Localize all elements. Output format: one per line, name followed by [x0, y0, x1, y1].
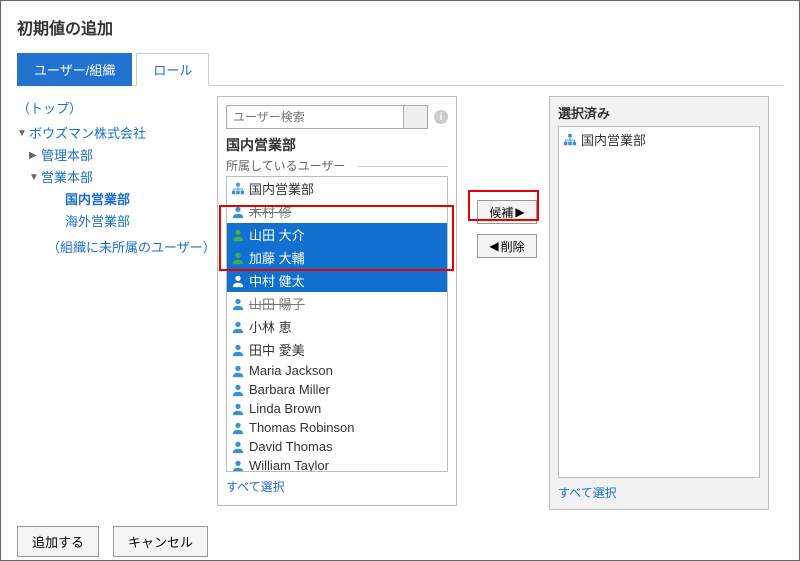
selected-list: 国内営業部 — [558, 126, 760, 478]
candidate-label: 候補 — [489, 204, 513, 221]
triangle-down-icon[interactable]: ▼ — [29, 167, 39, 189]
list-item-user[interactable]: William Taylor — [227, 456, 447, 472]
chevron-right-icon: ▶ — [515, 205, 524, 219]
list-item-label: 木村 修 — [249, 202, 292, 221]
list-item-user[interactable]: 山田 大介 — [227, 223, 447, 246]
triangle-right-icon[interactable]: ▶ — [29, 145, 39, 167]
transfer-buttons: 候補 ▶ ◀ 削除 — [469, 96, 545, 258]
user-icon — [231, 274, 245, 288]
selected-title: 選択済み — [558, 103, 760, 122]
search-box — [226, 105, 428, 129]
tabs: ユーザー/組織 ロール — [17, 53, 783, 86]
remove-label: 削除 — [501, 238, 525, 255]
remove-button[interactable]: ◀ 削除 — [477, 234, 537, 258]
user-icon — [231, 459, 245, 473]
candidates-panel: i 国内営業部 所属しているユーザー 国内営業部木村 修山田 大介加藤 大輔中村… — [217, 96, 457, 506]
user-icon — [231, 228, 245, 242]
user-list: 国内営業部木村 修山田 大介加藤 大輔中村 健太山田 陽子小林 恵田中 愛美 Ma… — [226, 176, 448, 472]
list-item-user[interactable]: 田中 愛美 — [227, 338, 447, 361]
tab-role[interactable]: ロール — [136, 53, 209, 86]
selected-item-org[interactable]: 国内営業部 — [559, 127, 759, 152]
list-item-label: David Thomas — [249, 439, 333, 454]
list-item-label: 中村 健太 — [249, 271, 305, 290]
tree-dept-admin[interactable]: 管理本部 — [41, 145, 93, 167]
dept-title: 国内営業部 — [226, 135, 448, 155]
user-icon — [231, 343, 245, 357]
selected-panel: 選択済み 国内営業部 すべて選択 — [549, 96, 769, 510]
user-icon — [231, 251, 245, 265]
list-item-label: William Taylor — [249, 458, 329, 472]
list-item-label: 加藤 大輔 — [249, 248, 305, 267]
list-item-label: 山田 陽子 — [249, 294, 305, 313]
list-item-user[interactable]: Maria Jackson — [227, 361, 447, 380]
footer: 追加する キャンセル — [17, 526, 783, 557]
tree-company[interactable]: ボウズマン株式会社 — [29, 123, 146, 145]
tree-top[interactable]: （トップ） — [17, 98, 215, 117]
triangle-down-icon[interactable]: ▼ — [17, 123, 27, 145]
candidate-button[interactable]: 候補 ▶ — [477, 200, 537, 224]
list-item-label: Thomas Robinson — [249, 420, 355, 435]
list-item-user[interactable]: 山田 陽子 — [227, 292, 447, 315]
tab-user-org[interactable]: ユーザー/組織 — [17, 53, 132, 86]
list-item-user[interactable]: 加藤 大輔 — [227, 246, 447, 269]
tree-unassigned[interactable]: （組織に未所属のユーザー） — [47, 237, 215, 259]
page-title: 初期値の追加 — [17, 15, 783, 39]
list-item-label: Linda Brown — [249, 401, 321, 416]
select-all-candidates[interactable]: すべて選択 — [226, 478, 285, 495]
chevron-left-icon: ◀ — [489, 239, 498, 253]
tree-domestic-sales[interactable]: 国内営業部 — [65, 189, 130, 211]
search-input[interactable] — [227, 108, 403, 126]
sub-label: 所属しているユーザー — [226, 157, 448, 174]
list-item-user[interactable]: 中村 健太 — [227, 269, 447, 292]
user-icon — [231, 440, 245, 454]
list-item-user[interactable]: 小林 恵 — [227, 315, 447, 338]
list-item-label: 小林 恵 — [249, 317, 292, 336]
org-icon — [563, 133, 577, 147]
user-icon — [231, 364, 245, 378]
user-icon — [231, 320, 245, 334]
list-item-label: 国内営業部 — [249, 179, 314, 198]
list-item-user[interactable]: 木村 修 — [227, 200, 447, 223]
list-item-user[interactable]: David Thomas — [227, 437, 447, 456]
list-item-label: Maria Jackson — [249, 363, 333, 378]
user-icon — [231, 421, 245, 435]
list-item-user[interactable]: Barbara Miller — [227, 380, 447, 399]
user-icon — [231, 402, 245, 416]
org-tree: （トップ） ▼ ボウズマン株式会社 ▶ 管理本部 ▼ 営業本部 国内営業部 海外… — [17, 96, 217, 259]
cancel-button[interactable]: キャンセル — [113, 526, 208, 557]
info-icon[interactable]: i — [434, 110, 448, 124]
user-icon — [231, 297, 245, 311]
add-button[interactable]: 追加する — [17, 526, 99, 557]
selected-item-label: 国内営業部 — [581, 130, 646, 149]
list-item-label: 田中 愛美 — [249, 340, 305, 359]
list-item-org[interactable]: 国内営業部 — [227, 177, 447, 200]
org-icon — [231, 182, 245, 196]
list-item-user[interactable]: Thomas Robinson — [227, 418, 447, 437]
list-item-label: Barbara Miller — [249, 382, 330, 397]
list-item-label: 山田 大介 — [249, 225, 305, 244]
tree-overseas-sales[interactable]: 海外営業部 — [65, 211, 130, 233]
user-icon — [231, 205, 245, 219]
user-icon — [231, 383, 245, 397]
list-item-user[interactable]: Linda Brown — [227, 399, 447, 418]
select-all-selected[interactable]: すべて選択 — [558, 484, 617, 501]
search-button[interactable] — [403, 106, 427, 128]
tree-dept-sales[interactable]: 営業本部 — [41, 167, 93, 189]
